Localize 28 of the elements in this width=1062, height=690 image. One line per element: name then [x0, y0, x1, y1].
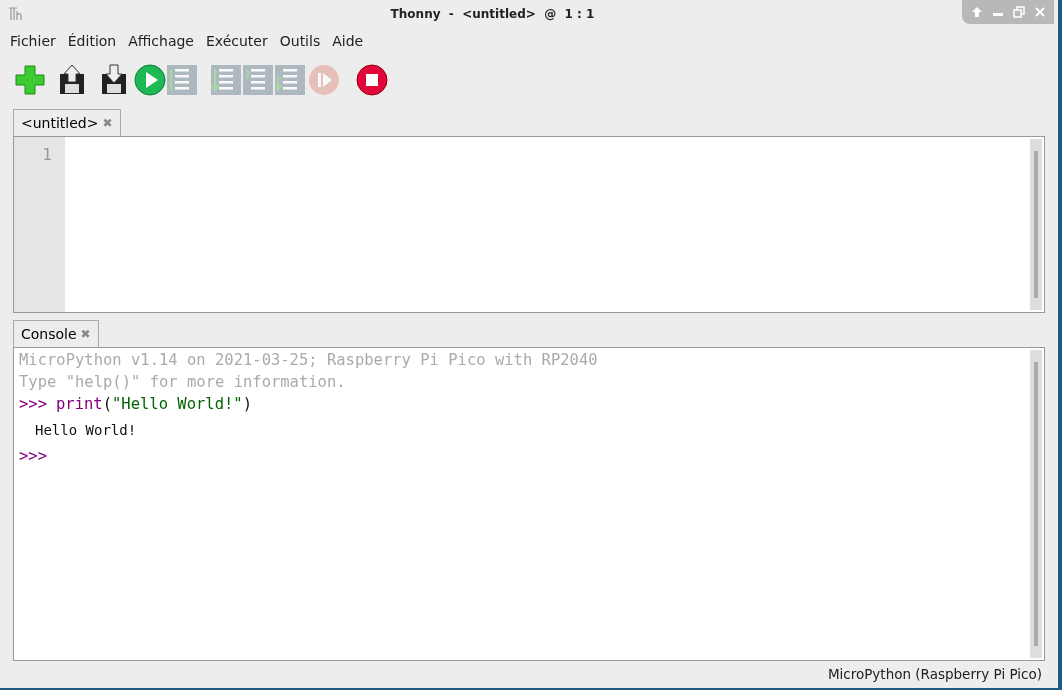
arrow-up-icon[interactable]	[970, 6, 983, 18]
plus-icon[interactable]	[14, 64, 46, 96]
tab-label[interactable]: Console	[21, 323, 77, 345]
menu-item[interactable]: Affichage	[122, 31, 200, 52]
output-text: Hello World!	[34, 421, 138, 440]
play-icon[interactable]	[134, 64, 166, 96]
interpreter-status[interactable]: MicroPython (Raspberry Pi Pico)	[827, 664, 1042, 685]
editor-tab[interactable]: <untitled> ✖	[13, 109, 121, 136]
banner-text: MicroPython v1.14 on 2021-03-25; Raspberry Pi Pico with RP2040	[19, 350, 599, 371]
prompt: >>>	[19, 394, 47, 415]
line-number-gutter: 1	[14, 137, 65, 312]
menu-item[interactable]: Édition	[61, 31, 123, 52]
menu-item[interactable]: Exécuter	[200, 31, 274, 52]
banner-text: Type "help()" for more information.	[19, 372, 347, 393]
scrollbar[interactable]	[1030, 350, 1042, 658]
stop-icon[interactable]	[356, 64, 388, 96]
menu-item[interactable]: Outils	[273, 31, 327, 52]
app-logo-icon	[9, 7, 23, 21]
menu-item[interactable]: Aide	[326, 31, 370, 52]
window-title: Thonny - <untitled> @ 1 : 1	[390, 6, 595, 23]
menu-item[interactable]: Fichier	[4, 31, 62, 52]
close-icon[interactable]	[1033, 6, 1046, 18]
code-text: print("Hello World!")	[56, 394, 252, 415]
tab-label[interactable]: <untitled>	[21, 112, 99, 134]
console-tab[interactable]: Console ✖	[13, 320, 99, 347]
scrollbar[interactable]	[1030, 139, 1042, 310]
restore-icon[interactable]	[1012, 6, 1025, 18]
prompt: >>>	[19, 446, 47, 467]
